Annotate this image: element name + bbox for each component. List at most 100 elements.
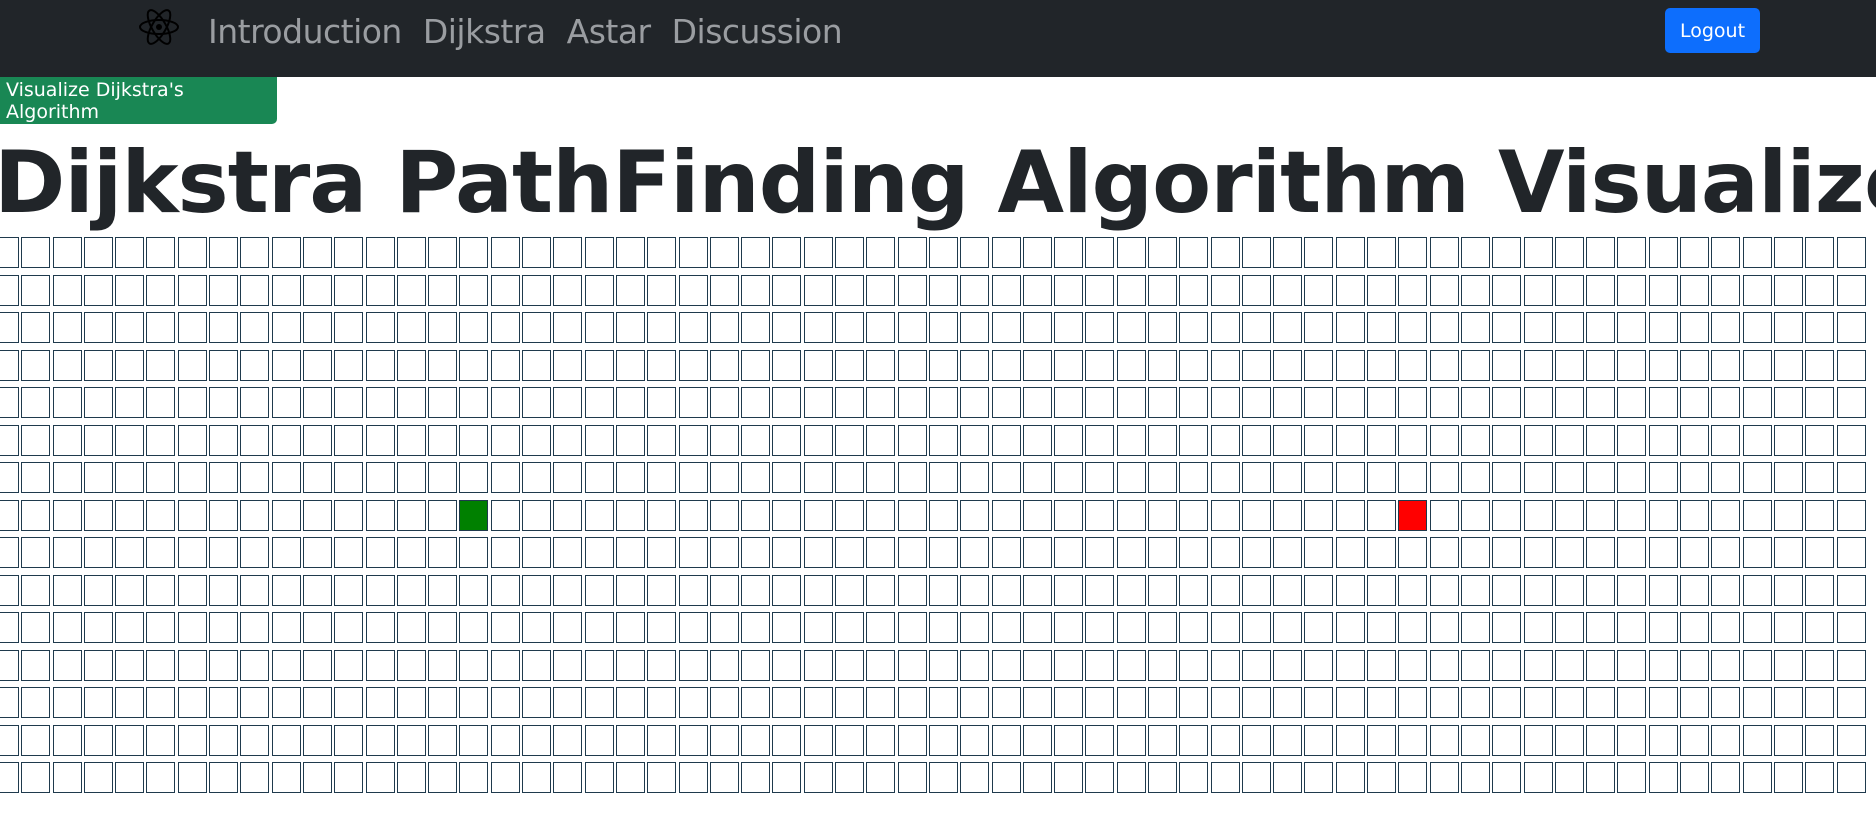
grid-cell[interactable]: [991, 724, 1021, 756]
grid-cell[interactable]: [459, 537, 489, 568]
grid-cell[interactable]: [21, 537, 51, 568]
grid-cell[interactable]: [302, 462, 332, 493]
grid-cell[interactable]: [1836, 687, 1866, 718]
grid-cell[interactable]: [1805, 612, 1835, 643]
grid-cell[interactable]: [52, 274, 82, 306]
grid-cell[interactable]: [240, 762, 270, 793]
grid-cell[interactable]: [1648, 499, 1678, 531]
grid-cell[interactable]: [772, 499, 802, 531]
grid-cell[interactable]: [1492, 237, 1522, 268]
grid-cell[interactable]: [1429, 387, 1459, 418]
grid-cell[interactable]: [1367, 612, 1397, 643]
grid-cell[interactable]: [1617, 537, 1647, 568]
grid-cell[interactable]: [302, 537, 332, 568]
grid-cell[interactable]: [866, 274, 896, 306]
grid-cell[interactable]: [1773, 649, 1803, 681]
grid-cell[interactable]: [1116, 462, 1146, 493]
grid-cell[interactable]: [271, 237, 301, 268]
grid-cell[interactable]: [1711, 687, 1741, 718]
grid-cell[interactable]: [1680, 312, 1710, 343]
grid-cell[interactable]: [1085, 349, 1115, 381]
grid-cell[interactable]: [21, 724, 51, 756]
grid-cell[interactable]: [1398, 237, 1428, 268]
grid-cell[interactable]: [209, 349, 239, 381]
grid-cell[interactable]: [615, 312, 645, 343]
grid-cell[interactable]: [1805, 387, 1835, 418]
grid-cell[interactable]: [584, 762, 614, 793]
grid-cell[interactable]: [1680, 687, 1710, 718]
grid-cell[interactable]: [396, 349, 426, 381]
grid-cell[interactable]: [459, 724, 489, 756]
grid-cell[interactable]: [1648, 724, 1678, 756]
grid-cell[interactable]: [1116, 312, 1146, 343]
grid-cell[interactable]: [1054, 349, 1084, 381]
grid-cell[interactable]: [1586, 424, 1616, 456]
grid-cell[interactable]: [928, 237, 958, 268]
grid-cell[interactable]: [365, 762, 395, 793]
grid-cell[interactable]: [1335, 462, 1365, 493]
grid-cell[interactable]: [146, 612, 176, 643]
grid-cell[interactable]: [803, 612, 833, 643]
grid-cell[interactable]: [1179, 387, 1209, 418]
grid-cell[interactable]: [490, 687, 520, 718]
grid-cell[interactable]: [741, 424, 771, 456]
grid-cell[interactable]: [1335, 537, 1365, 568]
grid-cell[interactable]: [1617, 424, 1647, 456]
grid-cell[interactable]: [647, 237, 677, 268]
grid-cell[interactable]: [1085, 499, 1115, 531]
grid-cell[interactable]: [1742, 762, 1772, 793]
grid-cell[interactable]: [1742, 274, 1772, 306]
grid-cell[interactable]: [1648, 387, 1678, 418]
grid-cell[interactable]: [240, 274, 270, 306]
grid-cell[interactable]: [1773, 612, 1803, 643]
grid-cell[interactable]: [1367, 537, 1397, 568]
grid-cell[interactable]: [1147, 387, 1177, 418]
grid-cell[interactable]: [1711, 274, 1741, 306]
grid-cell[interactable]: [1742, 387, 1772, 418]
grid-cell[interactable]: [334, 424, 364, 456]
grid-cell[interactable]: [1492, 537, 1522, 568]
grid-cell[interactable]: [522, 574, 552, 606]
grid-cell[interactable]: [960, 649, 990, 681]
grid-cell[interactable]: [1742, 687, 1772, 718]
grid-cell[interactable]: [21, 312, 51, 343]
grid-cell[interactable]: [522, 499, 552, 531]
grid-cell[interactable]: [1617, 462, 1647, 493]
grid-cell[interactable]: [741, 574, 771, 606]
grid-cell[interactable]: [83, 762, 113, 793]
grid-cell[interactable]: [678, 612, 708, 643]
grid-cell[interactable]: [428, 762, 458, 793]
grid-cell[interactable]: [21, 499, 51, 531]
grid-cell[interactable]: [1680, 237, 1710, 268]
grid-cell[interactable]: [177, 237, 207, 268]
grid-cell[interactable]: [866, 424, 896, 456]
grid-cell[interactable]: [209, 499, 239, 531]
grid-cell[interactable]: [240, 424, 270, 456]
grid-cell[interactable]: [1648, 349, 1678, 381]
grid-cell[interactable]: [1367, 349, 1397, 381]
grid-cell[interactable]: [1179, 762, 1209, 793]
grid-cell[interactable]: [960, 387, 990, 418]
grid-cell[interactable]: [1742, 312, 1772, 343]
grid-cell[interactable]: [365, 649, 395, 681]
grid-cell[interactable]: [1742, 574, 1772, 606]
grid-cell[interactable]: [428, 312, 458, 343]
grid-cell[interactable]: [1805, 312, 1835, 343]
grid-cell[interactable]: [1523, 387, 1553, 418]
grid-cell[interactable]: [741, 762, 771, 793]
grid-cell[interactable]: [115, 424, 145, 456]
grid-cell[interactable]: [866, 574, 896, 606]
grid-cell[interactable]: [1586, 237, 1616, 268]
grid-cell[interactable]: [1304, 312, 1334, 343]
grid-cell[interactable]: [334, 687, 364, 718]
grid-cell[interactable]: [1680, 724, 1710, 756]
grid-cell[interactable]: [835, 724, 865, 756]
grid-cell[interactable]: [897, 574, 927, 606]
grid-cell[interactable]: [1335, 762, 1365, 793]
grid-cell[interactable]: [0, 349, 19, 381]
grid-cell[interactable]: [0, 687, 19, 718]
grid-cell[interactable]: [1429, 237, 1459, 268]
grid-cell[interactable]: [302, 762, 332, 793]
grid-cell[interactable]: [772, 237, 802, 268]
grid-cell[interactable]: [709, 687, 739, 718]
